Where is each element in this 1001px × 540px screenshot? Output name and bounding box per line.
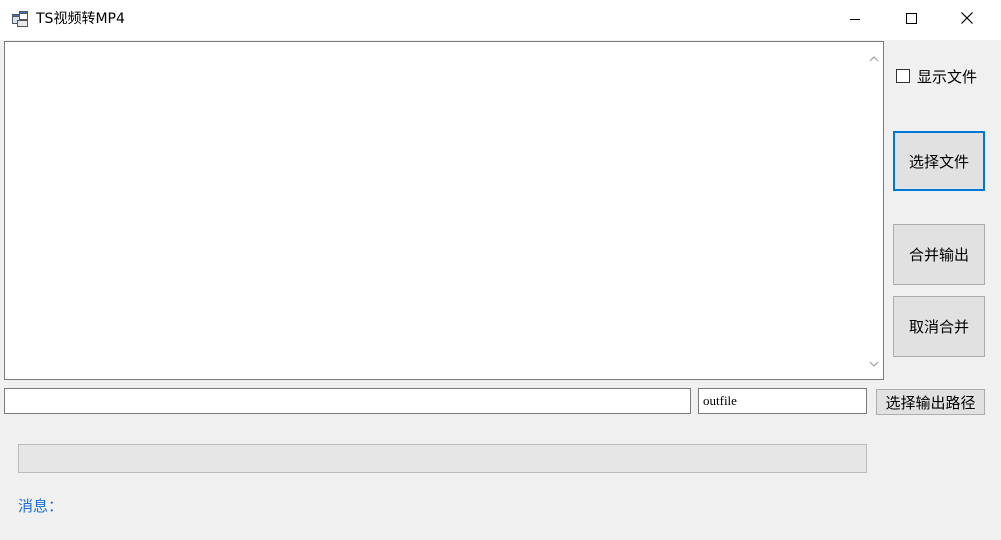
select-file-button[interactable]: 选择文件 bbox=[893, 131, 985, 191]
minimize-icon bbox=[850, 12, 860, 28]
show-files-label: 显示文件 bbox=[917, 67, 978, 86]
output-path-input[interactable] bbox=[4, 388, 691, 414]
minimize-button[interactable] bbox=[832, 0, 878, 40]
chevron-up-icon[interactable] bbox=[869, 50, 879, 66]
maximize-button[interactable] bbox=[888, 0, 934, 40]
cancel-merge-button[interactable]: 取消合并 bbox=[893, 296, 985, 357]
outfile-name-input[interactable]: outfile bbox=[698, 388, 867, 414]
close-icon bbox=[961, 12, 973, 28]
chevron-down-icon[interactable] bbox=[869, 355, 879, 371]
select-output-path-button[interactable]: 选择输出路径 bbox=[876, 389, 985, 415]
message-label: 消息： bbox=[18, 497, 64, 515]
app-window-icon bbox=[12, 11, 28, 27]
checkbox-icon[interactable] bbox=[896, 69, 910, 83]
file-list-box[interactable] bbox=[4, 41, 884, 380]
show-files-checkbox[interactable]: 显示文件 bbox=[896, 66, 977, 86]
window-title: TS视频转MP4 bbox=[36, 11, 125, 27]
file-list-scrollbar[interactable] bbox=[865, 42, 883, 379]
title-bar[interactable]: TS视频转MP4 bbox=[0, 0, 1001, 40]
maximize-icon bbox=[905, 12, 917, 28]
close-button[interactable] bbox=[944, 0, 990, 40]
merge-output-button[interactable]: 合并输出 bbox=[893, 224, 985, 285]
progress-bar bbox=[18, 444, 867, 473]
